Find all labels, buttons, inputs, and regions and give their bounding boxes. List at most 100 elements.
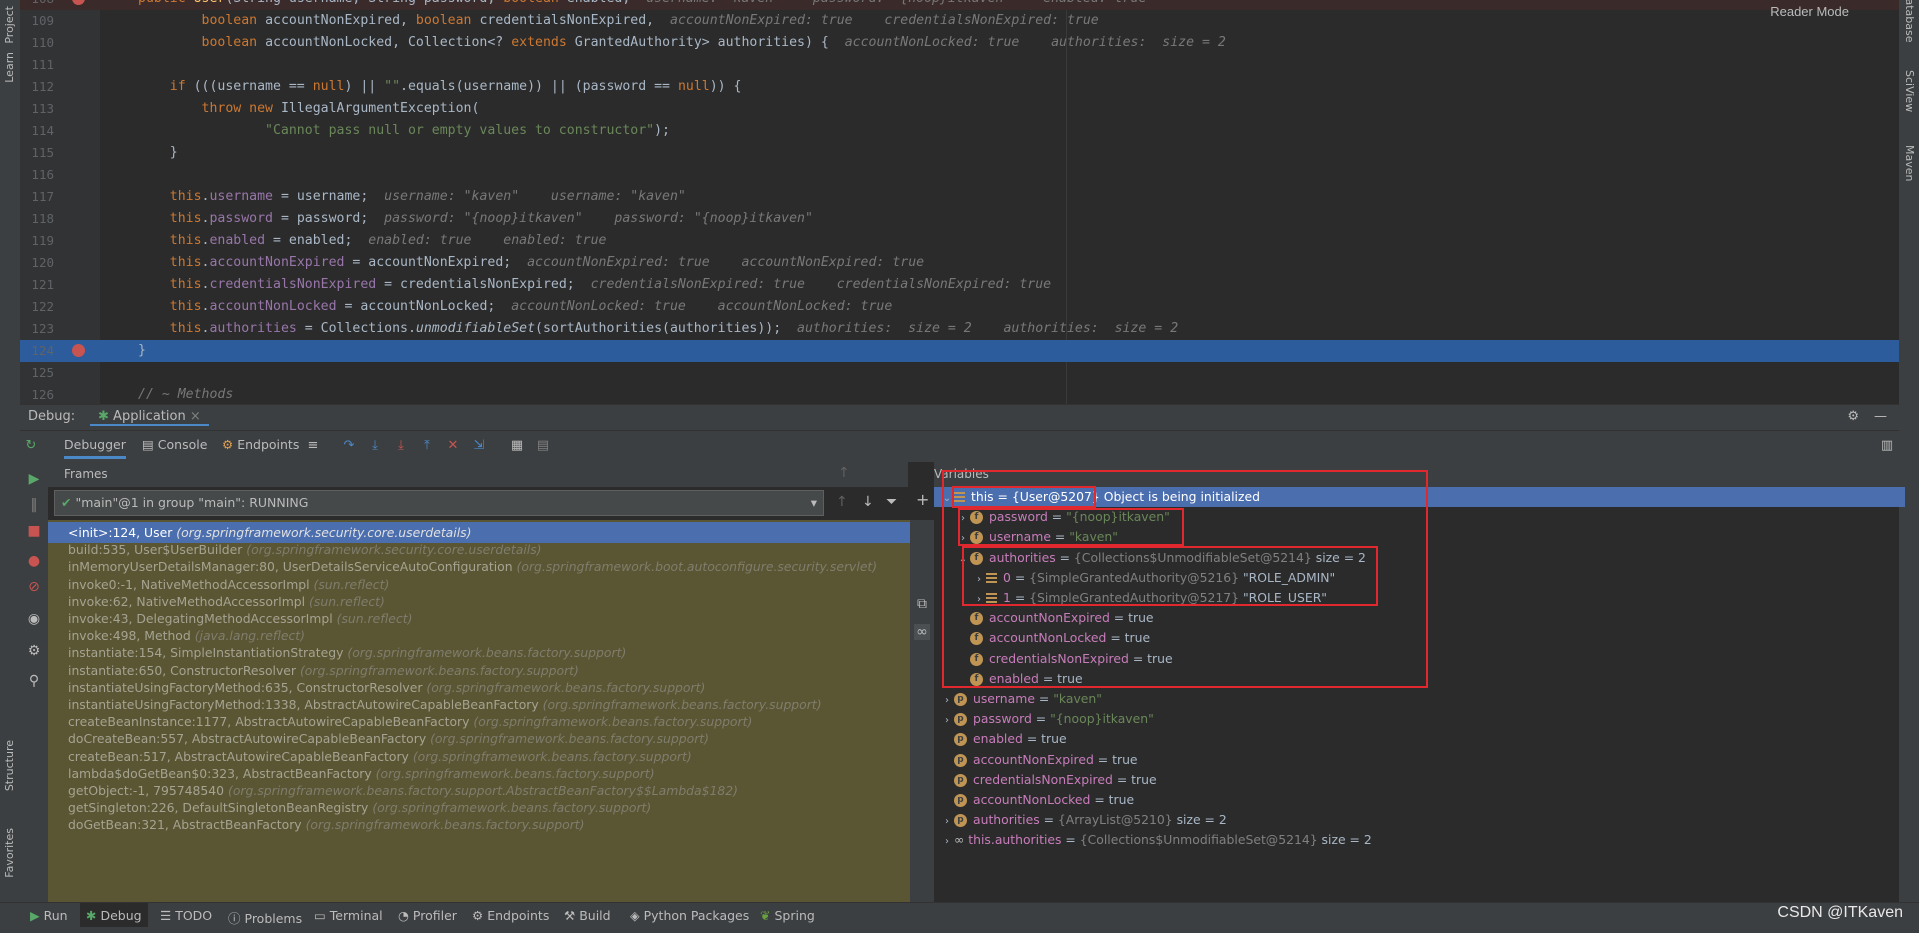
code-line[interactable]: 119 this.enabled = enabled; enabled: tru… bbox=[20, 230, 1899, 252]
learn-tool-label[interactable]: Learn bbox=[3, 52, 16, 83]
tab-console[interactable]: ▤ Console bbox=[142, 437, 207, 452]
step-out-icon[interactable]: ⤒ bbox=[420, 439, 434, 453]
bottom-tab-terminal[interactable]: ▭ Terminal bbox=[314, 908, 383, 923]
sciview-tool-label[interactable]: SciView bbox=[1903, 70, 1916, 112]
breakpoint-icon[interactable] bbox=[72, 0, 85, 5]
code-line[interactable]: 115 } bbox=[20, 142, 1899, 164]
bottom-tab-debug[interactable]: ✱ Debug bbox=[80, 903, 148, 928]
bottom-tab-endpoints[interactable]: ⚙ Endpoints bbox=[472, 908, 549, 923]
structure-tool-label[interactable]: Structure bbox=[3, 740, 16, 791]
code-line[interactable]: 118 this.password = password; password: … bbox=[20, 208, 1899, 230]
run-config-tab-application[interactable]: ✱ Application × bbox=[90, 409, 209, 426]
debug-label: Debug: bbox=[28, 409, 76, 424]
debugger-toolbar: ↻ Debugger ▤ Console ⚙ Endpoints ≡ ↷ ⤓ ⤓… bbox=[20, 430, 1899, 462]
bottom-tab-todo[interactable]: ☰ TODO bbox=[160, 908, 212, 923]
bottom-tab-run[interactable]: ▶ Run bbox=[30, 908, 68, 923]
evaluate-expression-icon[interactable]: ▦ bbox=[510, 439, 524, 453]
trace-icon[interactable]: ▤ bbox=[536, 439, 550, 453]
code-line[interactable]: 124} bbox=[20, 340, 1899, 362]
code-text: // ~ Methods bbox=[138, 384, 233, 404]
bottom-tab-python-packages[interactable]: ◈ Python Packages bbox=[630, 908, 749, 923]
glasses-icon[interactable]: ∞ bbox=[914, 624, 930, 640]
project-tool-label[interactable]: Project bbox=[3, 6, 16, 44]
chevron-right-icon[interactable]: › bbox=[940, 711, 954, 731]
code-token: ); bbox=[654, 123, 670, 138]
code-line[interactable]: 110 boolean accountNonLocked, Collection… bbox=[20, 32, 1899, 54]
variable-row[interactable]: › ∞ this.authorities = {Collections$Unmod… bbox=[934, 830, 1905, 850]
step-into-icon[interactable]: ⤓ bbox=[368, 439, 382, 453]
tab-endpoints[interactable]: ⚙ Endpoints bbox=[222, 437, 299, 452]
filter-icon[interactable]: ⏷ bbox=[886, 494, 897, 510]
bottom-tab-spring[interactable]: ❦ Spring bbox=[760, 908, 815, 923]
gear-icon[interactable]: ⚙ bbox=[1847, 409, 1859, 424]
arrow-up-icon[interactable]: ↑ bbox=[836, 494, 848, 510]
variable-row[interactable]: › p password = "{noop}itkaven" bbox=[934, 709, 1905, 729]
camera-icon[interactable]: ◉ bbox=[26, 611, 42, 627]
maven-tool-label[interactable]: Maven bbox=[1903, 145, 1916, 181]
code-token: enabled bbox=[209, 233, 266, 248]
code-line[interactable]: 111 bbox=[20, 54, 1899, 76]
code-line[interactable]: 121 this.credentialsNonExpired = credent… bbox=[20, 274, 1899, 296]
variable-row[interactable]: p credentialsNonExpired = true bbox=[934, 770, 1905, 790]
thread-selector[interactable]: ✔ "main"@1 in group "main": RUNNING ▾ bbox=[54, 490, 824, 516]
add-watch-icon[interactable]: + bbox=[916, 490, 929, 509]
variable-row[interactable]: p accountNonLocked = true bbox=[934, 790, 1905, 810]
view-breakpoints-icon[interactable]: ● bbox=[26, 553, 42, 569]
favorites-tool-label[interactable]: Favorites bbox=[3, 828, 16, 878]
code-line[interactable]: 122 this.accountNonLocked = accountNonLo… bbox=[20, 296, 1899, 318]
arrow-up-icon[interactable]: ↑ bbox=[838, 465, 850, 481]
frames-list[interactable]: <init>:124, User (org.springframework.se… bbox=[48, 520, 910, 902]
force-step-into-icon[interactable]: ⤓ bbox=[394, 439, 408, 453]
database-tool-label[interactable]: Database bbox=[1903, 0, 1916, 43]
chevron-down-icon[interactable]: ▾ bbox=[811, 491, 817, 515]
close-icon[interactable]: × bbox=[190, 409, 201, 424]
line-number: 110 bbox=[31, 35, 54, 50]
frame-package: (org.springframework.beans.factory.suppo… bbox=[542, 697, 822, 712]
code-line[interactable]: 126 // ~ Methods bbox=[20, 384, 1899, 404]
bottom-tab-debug-label: Debug bbox=[100, 908, 142, 923]
chevron-right-icon[interactable]: › bbox=[940, 812, 954, 832]
frame-row[interactable]: doGetBean:321, AbstractBeanFactory (org.… bbox=[48, 814, 910, 835]
code-line[interactable]: 108 public User(String username, String p… bbox=[20, 0, 1899, 10]
code-line[interactable]: 125 bbox=[20, 362, 1899, 384]
layout-icon[interactable]: ▥ bbox=[1880, 439, 1894, 453]
chevron-right-icon[interactable]: › bbox=[940, 832, 954, 852]
bottom-tab-build[interactable]: ⚒ Build bbox=[564, 908, 611, 923]
tab-debugger[interactable]: Debugger bbox=[64, 437, 126, 459]
arrow-down-icon[interactable]: ↓ bbox=[862, 494, 874, 510]
minimize-icon[interactable]: — bbox=[1874, 409, 1887, 424]
pause-icon[interactable]: ‖ bbox=[26, 497, 42, 513]
code-line[interactable]: 112 if (((username == null) || "".equals… bbox=[20, 76, 1899, 98]
bottom-tab-problems[interactable]: ⓘ Problems bbox=[228, 908, 302, 927]
variable-row[interactable]: p accountNonExpired = true bbox=[934, 750, 1905, 770]
copy-icon[interactable]: ⧉ bbox=[914, 596, 930, 612]
code-text: this.enabled = enabled; enabled: true en… bbox=[138, 230, 607, 252]
menu-icon[interactable]: ≡ bbox=[306, 439, 320, 453]
variable-row[interactable]: › p authorities = {ArrayList@5210} size = … bbox=[934, 810, 1905, 830]
step-over-icon[interactable]: ↷ bbox=[342, 439, 356, 453]
code-line[interactable]: 120 this.accountNonExpired = accountNonE… bbox=[20, 252, 1899, 274]
mute-breakpoints-icon[interactable]: ⊘ bbox=[26, 579, 42, 595]
code-line[interactable]: 113 throw new IllegalArgumentException( bbox=[20, 98, 1899, 120]
run-to-cursor-icon[interactable]: ⇲ bbox=[472, 439, 486, 453]
variable-row[interactable]: p enabled = true bbox=[934, 729, 1905, 749]
code-line[interactable]: 109 boolean accountNonExpired, boolean c… bbox=[20, 10, 1899, 32]
reader-mode-button[interactable]: Reader Mode bbox=[1770, 4, 1849, 19]
rerun-icon[interactable]: ↻ bbox=[24, 439, 38, 453]
bottom-tab-profiler[interactable]: ◔ Profiler bbox=[398, 908, 457, 923]
drop-frame-icon[interactable]: ✕ bbox=[446, 439, 460, 453]
parameter-icon: p bbox=[954, 713, 967, 727]
code-line[interactable]: 117 this.username = username; username: … bbox=[20, 186, 1899, 208]
variable-row[interactable]: › p username = "kaven" bbox=[934, 689, 1905, 709]
settings-icon[interactable]: ⚙ bbox=[26, 643, 42, 659]
code-line[interactable]: 116 bbox=[20, 164, 1899, 186]
pin-icon[interactable]: ⚲ bbox=[26, 673, 42, 689]
code-line[interactable]: 114 "Cannot pass null or empty values to… bbox=[20, 120, 1899, 142]
breakpoint-icon[interactable] bbox=[72, 344, 85, 357]
stop-icon[interactable]: ■ bbox=[26, 523, 42, 539]
code-line[interactable]: 123 this.authorities = Collections.unmod… bbox=[20, 318, 1899, 340]
resume-icon[interactable]: ▶ bbox=[26, 471, 42, 487]
code-editor[interactable]: 108 public User(String username, String p… bbox=[20, 0, 1899, 404]
chevron-right-icon[interactable]: › bbox=[940, 691, 954, 711]
